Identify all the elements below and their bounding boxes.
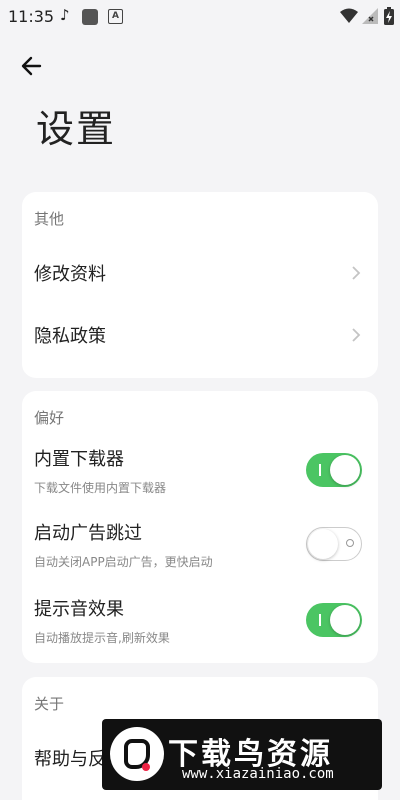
- skip-ads-row: 启动广告跳过 自动关闭APP启动广告，更快启动: [22, 513, 378, 577]
- preferences-section-title: 偏好: [34, 409, 65, 427]
- watermark-banner: 下载鸟资源 www.xiazainiao.com: [102, 719, 382, 790]
- edit-profile-label: 修改资料: [34, 264, 106, 285]
- chevron-right-icon: [352, 266, 361, 280]
- other-section-title: 其他: [34, 210, 65, 228]
- wifi-icon: [340, 8, 358, 23]
- skip-ads-desc: 自动关闭APP启动广告，更快启动: [34, 555, 213, 569]
- privacy-policy-row[interactable]: 隐私政策: [22, 306, 378, 362]
- status-bar: 11:35 ♪ A: [0, 0, 400, 32]
- cell-signal-icon: [362, 8, 378, 24]
- privacy-policy-label: 隐私政策: [34, 326, 106, 347]
- about-section-title: 关于: [34, 695, 65, 713]
- watermark-url: www.xiazainiao.com: [182, 766, 334, 782]
- sound-effect-label: 提示音效果: [34, 599, 124, 620]
- builtin-downloader-toggle[interactable]: [306, 453, 362, 487]
- sound-effect-toggle[interactable]: [306, 603, 362, 637]
- page-title: 设置: [36, 107, 117, 151]
- sound-effect-desc: 自动播放提示音,刷新效果: [34, 631, 170, 645]
- music-note-icon: ♪: [60, 6, 70, 24]
- help-feedback-label: 帮助与反: [34, 749, 106, 770]
- chevron-right-icon: [352, 328, 361, 342]
- a-notification-icon: A: [108, 9, 123, 24]
- skip-ads-label: 启动广告跳过: [34, 523, 142, 544]
- skip-ads-toggle[interactable]: [306, 527, 362, 561]
- other-section-card: 其他 修改资料 隐私政策: [22, 192, 378, 378]
- notification-app-icon: [82, 9, 98, 25]
- builtin-downloader-label: 内置下载器: [34, 449, 124, 470]
- battery-charging-icon: [384, 7, 394, 25]
- back-arrow-icon[interactable]: [18, 52, 46, 80]
- edit-profile-row[interactable]: 修改资料: [22, 244, 378, 300]
- preferences-section-card: 偏好 内置下载器 下载文件使用内置下载器 启动广告跳过 自动关闭APP启动广告，…: [22, 391, 378, 663]
- status-time: 11:35: [8, 7, 55, 26]
- watermark-logo: [110, 727, 164, 781]
- builtin-downloader-desc: 下载文件使用内置下载器: [34, 481, 167, 495]
- sound-effect-row: 提示音效果 自动播放提示音,刷新效果: [22, 589, 378, 653]
- builtin-downloader-row: 内置下载器 下载文件使用内置下载器: [22, 439, 378, 503]
